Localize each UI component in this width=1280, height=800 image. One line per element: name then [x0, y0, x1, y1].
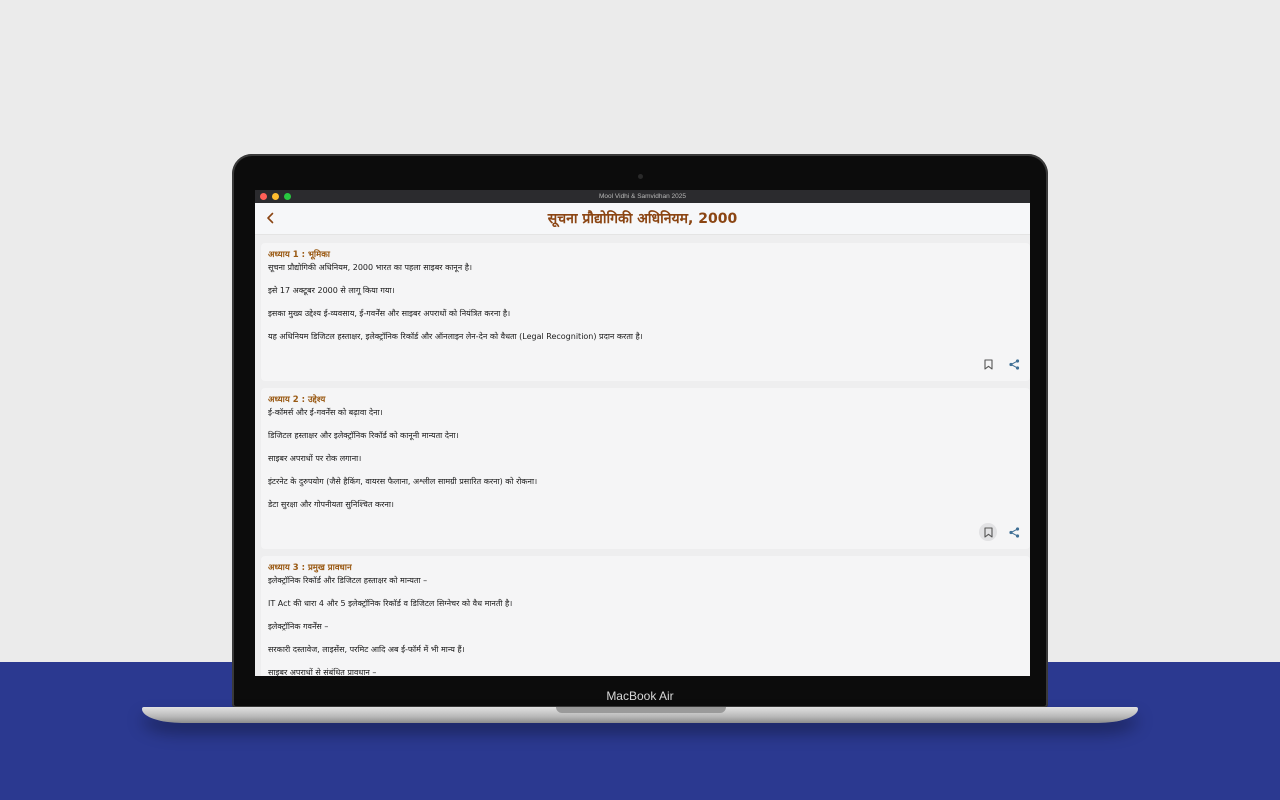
- chapter-title: अध्याय 3 : प्रमुख प्रावधान: [268, 563, 352, 573]
- chapter-card: अध्याय 2 : उद्देश्य ई-कॉमर्स और ई-गवर्नें…: [261, 388, 1030, 549]
- camera: [638, 174, 643, 179]
- chapter-paragraph: सरकारी दस्तावेज, लाइसेंस, परमिट आदि अब ई…: [268, 645, 465, 654]
- card-actions: [268, 523, 1023, 541]
- card-actions: [268, 355, 1023, 373]
- chapter-card: अध्याय 3 : प्रमुख प्रावधान इलेक्ट्रॉनिक र…: [261, 556, 1030, 676]
- laptop-notch: [556, 707, 726, 713]
- chapter-paragraph: इसे 17 अक्टूबर 2000 से लागू किया गया।: [268, 286, 395, 295]
- chapter-paragraph: साइबर अपराधों पर रोक लगाना।: [268, 454, 362, 463]
- chapter-paragraph: इंटरनेट के दुरुपयोग (जैसे हैकिंग, वायरस …: [268, 477, 538, 486]
- app-window: Mool Vidhi & Samvidhan 2025 सूचना प्रौद्…: [255, 190, 1030, 676]
- window-title: Mool Vidhi & Samvidhan 2025: [599, 193, 686, 200]
- back-arrow-icon[interactable]: [265, 212, 276, 224]
- chapter-card: अध्याय 1 : भूमिका सूचना प्रौद्योगिकी अधिन…: [261, 243, 1030, 381]
- chapter-paragraph: इसका मुख्य उद्देश्य ई-व्यवसाय, ई-गवर्नें…: [268, 309, 511, 318]
- chapter-paragraph: डेटा सुरक्षा और गोपनीयता सुनिश्चित करना।: [268, 500, 394, 509]
- share-icon[interactable]: [1005, 523, 1023, 541]
- page-title: सूचना प्रौद्योगिकी अधिनियम, 2000: [547, 211, 738, 227]
- close-window-button[interactable]: [260, 193, 267, 200]
- zoom-window-button[interactable]: [284, 193, 291, 200]
- window-titlebar: Mool Vidhi & Samvidhan 2025: [255, 190, 1030, 203]
- chapter-paragraph: ई-कॉमर्स और ई-गवर्नेंस को बढ़ावा देना।: [268, 408, 383, 417]
- bookmark-icon[interactable]: [979, 355, 997, 373]
- chapter-paragraph: साइबर अपराधों से संबंधित प्रावधान –: [268, 668, 377, 676]
- chapter-title: अध्याय 2 : उद्देश्य: [268, 395, 326, 405]
- chapter-list: अध्याय 1 : भूमिका सूचना प्रौद्योगिकी अधिन…: [255, 235, 1030, 676]
- device-label: MacBook Air: [606, 689, 674, 703]
- minimize-window-button[interactable]: [272, 193, 279, 200]
- chapter-paragraph: इलेक्ट्रॉनिक गवर्नेंस –: [268, 622, 329, 631]
- share-icon[interactable]: [1005, 355, 1023, 373]
- chapter-paragraph: डिजिटल हस्ताक्षर और इलेक्ट्रॉनिक रिकॉर्ड…: [268, 431, 459, 440]
- chapter-paragraph: यह अधिनियम डिजिटल हस्ताक्षर, इलेक्ट्रॉनि…: [268, 332, 643, 341]
- chapter-title: अध्याय 1 : भूमिका: [268, 250, 330, 260]
- chapter-paragraph: इलेक्ट्रॉनिक रिकॉर्ड और डिजिटल हस्ताक्षर…: [268, 576, 428, 585]
- chapter-paragraph: IT Act की धारा 4 और 5 इलेक्ट्रॉनिक रिकॉर…: [268, 599, 513, 608]
- chapter-paragraph: सूचना प्रौद्योगिकी अधिनियम, 2000 भारत का…: [268, 263, 473, 272]
- app-bar: सूचना प्रौद्योगिकी अधिनियम, 2000: [255, 203, 1030, 235]
- bookmark-icon[interactable]: [979, 523, 997, 541]
